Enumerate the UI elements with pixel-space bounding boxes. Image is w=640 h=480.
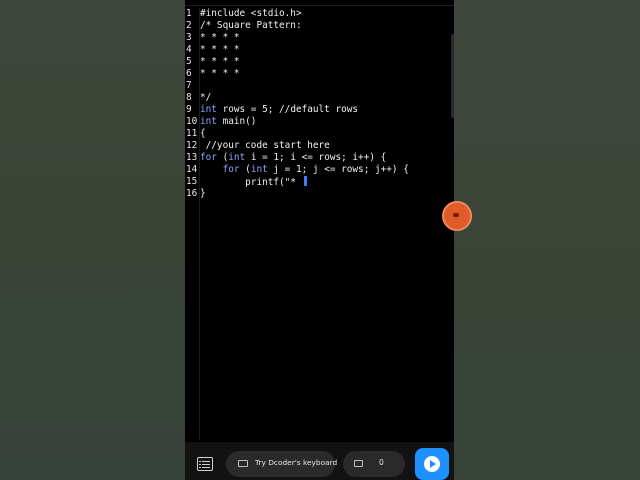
comment-token: /* Square Pattern: (200, 20, 302, 31)
list-icon[interactable] (197, 457, 213, 471)
line-number: 14 (186, 164, 198, 175)
code-line[interactable]: 6 * * * * (185, 68, 454, 80)
code-token: rows = 5; (216, 104, 280, 115)
line-number: 2 (186, 20, 192, 31)
keyboard-label: Try Dcoder's keyboard (255, 458, 338, 467)
line-number: 12 (186, 140, 198, 151)
line-number: 16 (186, 188, 198, 199)
code-token: i = 1; i <= rows; i++) { (245, 152, 387, 163)
top-divider (185, 5, 454, 6)
bottom-toolbar: Try Dcoder's keyboard 0 (185, 442, 454, 480)
code-text: } (200, 188, 206, 200)
comment-icon (354, 460, 363, 467)
keyword-token: int (228, 152, 246, 163)
code-text: * * * * (200, 32, 240, 44)
code-line[interactable]: 16} (185, 188, 454, 200)
comment-token: */ (200, 92, 212, 103)
code-editor[interactable]: 1 #include <stdio.h> 2 /* Square Pattern: 3 *… (185, 8, 454, 200)
line-number: 13 (186, 152, 198, 163)
line-number: 3 (186, 32, 192, 43)
code-text: #include <stdio.h> (200, 8, 302, 20)
run-button[interactable] (415, 448, 449, 480)
code-line[interactable]: 11{ (185, 128, 454, 140)
line-number: 11 (186, 128, 198, 139)
play-icon (424, 456, 440, 472)
keyword-token: int (200, 116, 217, 127)
code-token: main() (216, 116, 257, 127)
code-token: { (200, 128, 206, 139)
code-token: ( (239, 164, 251, 175)
comment-token: * * * * (200, 56, 240, 67)
comment-token: * * * * (200, 44, 240, 55)
code-line[interactable]: 5 * * * * (185, 56, 454, 68)
comment-token: * * * * (200, 68, 240, 79)
line-number: 1 (186, 8, 192, 19)
code-token: #include <stdio.h> (200, 8, 302, 19)
code-text: int main() (200, 116, 256, 128)
code-token: j = 1; j <= rows; j++) { (267, 164, 409, 175)
code-token: printf("* (200, 177, 302, 188)
keyword-token: int (250, 164, 268, 175)
line-number: 7 (186, 80, 192, 91)
code-text: { (200, 128, 206, 140)
line-number: 6 (186, 68, 192, 79)
comments-button[interactable]: 0 (343, 451, 405, 477)
keyboard-icon (238, 460, 248, 467)
comment-count: 0 (379, 458, 384, 467)
line-number: 8 (186, 92, 192, 103)
code-line[interactable]: 3 * * * * (185, 32, 454, 44)
code-text: /* Square Pattern: (200, 20, 302, 32)
code-token: } (200, 188, 206, 199)
code-token: ( (216, 152, 229, 163)
scroll-handle[interactable] (451, 34, 454, 118)
code-line[interactable]: 7 (185, 80, 454, 92)
comment-token: * * * * (200, 32, 240, 43)
code-text: for (int j = 1; j <= rows; j++) { (200, 164, 409, 176)
code-line[interactable]: 14 for (int j = 1; j <= rows; j++) { (185, 164, 454, 176)
code-text: for (int i = 1; i <= rows; i++) { (200, 152, 386, 164)
keyboard-button[interactable]: Try Dcoder's keyboard (226, 451, 338, 477)
line-number: 4 (186, 44, 192, 55)
keyword-token: int (200, 104, 217, 115)
background-left (0, 0, 185, 480)
code-text: int rows = 5; //default rows (200, 104, 358, 116)
comment-token: //default rows (279, 104, 359, 115)
line-number: 10 (186, 116, 198, 127)
background-right (454, 0, 640, 480)
keyword-token: for (200, 152, 217, 163)
floating-bubble-icon[interactable] (442, 201, 472, 231)
code-text: */ (200, 92, 211, 104)
code-line[interactable]: 9 int rows = 5; //default rows (185, 104, 454, 116)
line-number: 5 (186, 56, 192, 67)
code-text: * * * * (200, 68, 240, 80)
code-line[interactable]: 15 printf("* (185, 176, 454, 188)
code-line[interactable]: 8 */ (185, 92, 454, 104)
code-line[interactable]: 2 /* Square Pattern: (185, 20, 454, 32)
text-cursor (303, 176, 307, 186)
phone-screen: 1 #include <stdio.h> 2 /* Square Pattern: 3 *… (185, 0, 454, 480)
code-line[interactable]: 12 //your code start here (185, 140, 454, 152)
code-text: * * * * (200, 56, 240, 68)
code-line[interactable]: 1 #include <stdio.h> (185, 8, 454, 20)
code-text: //your code start here (200, 140, 330, 152)
comment-token: //your code start here (200, 140, 330, 151)
code-text: * * * * (200, 44, 240, 56)
code-line[interactable]: 13 for (int i = 1; i <= rows; i++) { (185, 152, 454, 164)
code-line[interactable]: 10 int main() (185, 116, 454, 128)
keyword-token: for (200, 164, 240, 175)
line-number: 15 (186, 176, 198, 187)
code-line[interactable]: 4 * * * * (185, 44, 454, 56)
line-number: 9 (186, 104, 192, 115)
